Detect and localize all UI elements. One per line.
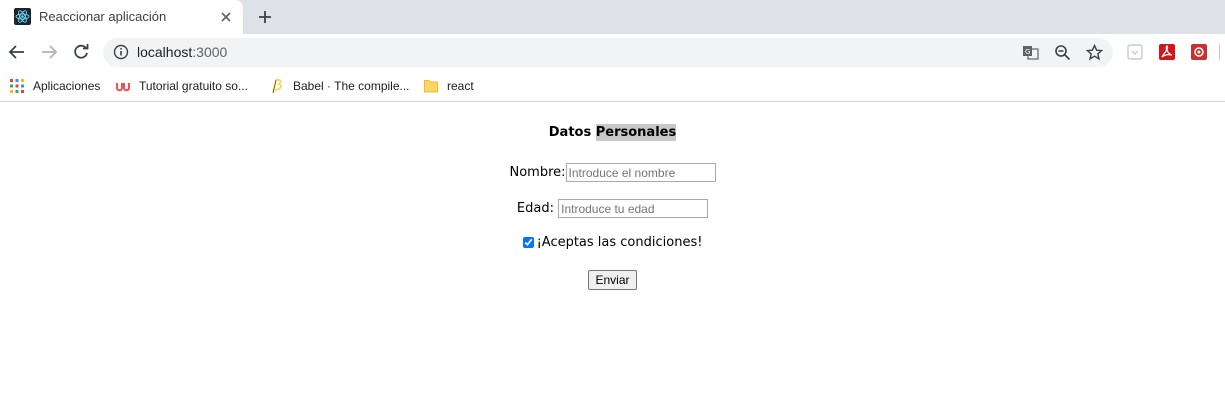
folder-icon	[423, 78, 439, 94]
bookmark-apps[interactable]: Aplicaciones	[9, 77, 100, 95]
url-text[interactable]: localhost:3000	[137, 44, 227, 60]
back-arrow-icon[interactable]	[7, 42, 27, 62]
browser-tab[interactable]: Reaccionar aplicación	[0, 0, 243, 34]
bookmark-label: Aplicaciones	[33, 79, 101, 93]
age-row: Edad:	[0, 199, 1225, 218]
browser-toolbar: localhost:3000 G	[0, 34, 1225, 71]
name-row: Nombre:	[0, 163, 1225, 182]
form-title-part2: Personales	[595, 124, 677, 141]
adobe-acrobat-icon[interactable]	[1158, 43, 1176, 61]
accept-checkbox[interactable]	[522, 237, 534, 248]
bookmark-label: Babel · The compile...	[293, 79, 410, 93]
bookmark-label: Tutorial gratuito so...	[139, 79, 248, 93]
toolbar-divider	[1219, 44, 1220, 60]
url-port: :3000	[192, 44, 228, 60]
translate-icon[interactable]: G	[1022, 44, 1039, 61]
form-title: Datos Personales	[0, 124, 1225, 141]
accept-label: ¡Aceptas las condiciones!	[536, 235, 703, 250]
udemy-icon	[115, 78, 131, 94]
bookmark-babel[interactable]: Babel · The compile...	[269, 77, 410, 95]
age-input[interactable]	[558, 199, 709, 218]
bookmark-react-folder[interactable]: react	[423, 77, 474, 95]
forward-arrow-icon[interactable]	[39, 42, 59, 62]
reload-icon[interactable]	[71, 42, 91, 62]
submit-row: Enviar	[0, 270, 1225, 290]
tab-title: Reaccionar aplicación	[39, 9, 167, 24]
accept-row: ¡Aceptas las condiciones!	[0, 235, 1225, 250]
name-input[interactable]	[565, 163, 716, 182]
bookmarks-bar: Aplicaciones Tutorial gratuito so... Bab…	[0, 71, 1225, 102]
close-icon[interactable]	[218, 9, 234, 25]
name-label: Nombre:	[509, 165, 566, 180]
bookmark-udemy[interactable]: Tutorial gratuito so...	[115, 77, 248, 95]
page-content: Datos Personales Nombre: Edad: ¡Aceptas …	[0, 103, 1225, 400]
svg-text:G: G	[1025, 48, 1030, 56]
info-icon[interactable]	[113, 44, 129, 60]
form-title-part1: Datos	[548, 125, 592, 140]
address-bar[interactable]: localhost:3000 G	[103, 38, 1113, 67]
apps-grid-icon	[9, 78, 25, 94]
submit-button[interactable]: Enviar	[588, 270, 637, 290]
url-host: localhost	[137, 44, 193, 60]
tab-strip: Reaccionar aplicación	[0, 0, 1225, 34]
plus-icon[interactable]	[256, 8, 274, 26]
zoom-out-icon[interactable]	[1054, 44, 1071, 61]
extension-red-icon[interactable]	[1190, 43, 1208, 61]
bookmark-star-icon[interactable]	[1085, 43, 1104, 61]
react-icon	[14, 8, 31, 25]
bookmark-label: react	[447, 79, 474, 93]
babel-icon	[269, 78, 285, 94]
age-label: Edad:	[516, 201, 554, 216]
extension-icon[interactable]	[1126, 43, 1144, 61]
